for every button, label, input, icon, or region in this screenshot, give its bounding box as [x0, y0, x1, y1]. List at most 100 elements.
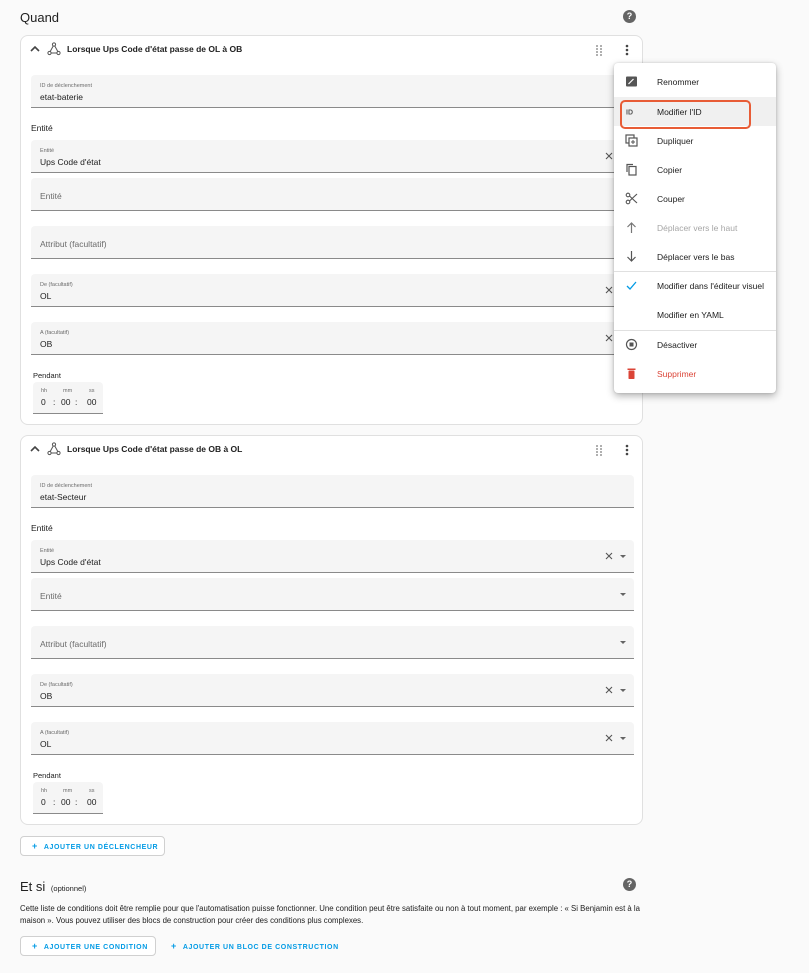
- menu-item-yaml-editor[interactable]: Modifier en YAML: [614, 300, 776, 329]
- seconds-value[interactable]: 00: [87, 797, 96, 807]
- menu-item-move-down[interactable]: Déplacer vers le bas: [614, 242, 776, 271]
- help-circle-icon[interactable]: ?: [623, 10, 636, 23]
- trigger-id-field[interactable]: ID de déclenchement etat-Secteur: [31, 475, 634, 508]
- menu-item-visual-editor[interactable]: Modifier dans l'éditeur visuel: [614, 271, 776, 300]
- more-vert-icon[interactable]: [624, 444, 630, 456]
- conditions-section-title: Et si (optionnel): [20, 879, 86, 894]
- attribute-field[interactable]: Attribut (facultatif): [31, 626, 634, 659]
- clear-icon[interactable]: [605, 686, 613, 694]
- stop-circle-icon: [625, 338, 638, 351]
- entity-add-field[interactable]: Entité: [31, 578, 634, 611]
- field-value: OB: [40, 691, 53, 701]
- menu-item-disable[interactable]: Désactiver: [614, 330, 776, 359]
- seconds-label: ss: [89, 788, 95, 794]
- menu-item-delete[interactable]: Supprimer: [614, 359, 776, 388]
- menu-item-copy[interactable]: Copier: [614, 155, 776, 184]
- duration-input[interactable]: hh mm ss 0 : 00 : 00: [33, 382, 103, 414]
- field-placeholder: Attribut (facultatif): [40, 639, 107, 649]
- state-trigger-icon: [47, 442, 61, 456]
- minutes-value[interactable]: 00: [61, 397, 70, 407]
- from-state-field[interactable]: De (facultatif) OB: [31, 674, 634, 707]
- menu-item-label: Dupliquer: [657, 136, 694, 146]
- help-circle-icon[interactable]: ?: [623, 878, 636, 891]
- field-label: ID de déclenchement: [40, 483, 92, 489]
- menu-item-label: Déplacer vers le bas: [657, 252, 735, 262]
- duration-label: Pendant: [33, 371, 61, 380]
- trigger-title: Lorsque Ups Code d'état passe de OB à OL: [67, 444, 243, 454]
- trigger-card-header[interactable]: Lorsque Ups Code d'état passe de OB à OL: [21, 436, 642, 464]
- drag-handle-icon[interactable]: [594, 444, 604, 456]
- dropdown-arrow-icon[interactable]: [620, 689, 626, 692]
- dropdown-arrow-icon[interactable]: [620, 641, 626, 644]
- entity-field[interactable]: Entité Ups Code d'état: [31, 140, 634, 173]
- rename-icon: [626, 76, 637, 87]
- dropdown-arrow-icon[interactable]: [620, 737, 626, 740]
- clear-icon[interactable]: [605, 552, 613, 560]
- from-state-field[interactable]: De (facultatif) OL: [31, 274, 634, 307]
- clear-icon[interactable]: [605, 334, 613, 342]
- menu-item-label: Couper: [657, 194, 685, 204]
- to-state-field[interactable]: A (facultatif) OL: [31, 722, 634, 755]
- field-label: Entité: [40, 548, 55, 554]
- add-trigger-button[interactable]: + AJOUTER UN DÉCLENCHEUR: [20, 836, 165, 856]
- menu-item-rename[interactable]: Renommer: [614, 67, 776, 96]
- scissors-icon: [625, 192, 638, 205]
- hours-value[interactable]: 0: [41, 797, 46, 807]
- seconds-value[interactable]: 00: [87, 397, 96, 407]
- menu-item-label: Désactiver: [657, 340, 698, 350]
- field-value: etat-Secteur: [40, 492, 87, 502]
- attribute-field[interactable]: Attribut (facultatif): [31, 226, 634, 259]
- minutes-value[interactable]: 00: [61, 797, 70, 807]
- menu-item-move-up[interactable]: Déplacer vers le haut: [614, 213, 776, 242]
- clear-icon[interactable]: [605, 286, 613, 294]
- field-value: Ups Code d'état: [40, 157, 101, 167]
- add-condition-label: AJOUTER UNE CONDITION: [43, 944, 148, 951]
- add-building-block-button[interactable]: + AJOUTER UN BLOC DE CONSTRUCTION: [160, 936, 339, 956]
- menu-item-label: Modifier dans l'éditeur visuel: [657, 281, 764, 291]
- time-separator: :: [53, 797, 56, 807]
- seconds-label: ss: [89, 388, 95, 394]
- field-label: ID de déclenchement: [40, 83, 92, 89]
- arrow-down-icon: [627, 251, 636, 262]
- conditions-description: Cette liste de conditions doit être remp…: [20, 904, 640, 925]
- entity-add-field[interactable]: Entité: [31, 178, 634, 211]
- field-value: OL: [40, 739, 52, 749]
- entity-group-label: Entité: [31, 123, 53, 133]
- menu-item-duplicate[interactable]: Dupliquer: [614, 126, 776, 155]
- hours-label: hh: [41, 388, 48, 394]
- minutes-label: mm: [63, 788, 73, 794]
- trigger-title: Lorsque Ups Code d'état passe de OL à OB: [67, 44, 243, 54]
- trigger-card-header[interactable]: Lorsque Ups Code d'état passe de OL à OB: [21, 36, 642, 64]
- time-separator: :: [75, 397, 78, 407]
- field-placeholder: Entité: [40, 591, 62, 601]
- trigger-card-1: Lorsque Ups Code d'état passe de OL à OB…: [20, 35, 643, 425]
- duration-input[interactable]: hh mm ss 0 : 00 : 00: [33, 782, 103, 814]
- add-block-label: AJOUTER UN BLOC DE CONSTRUCTION: [182, 944, 339, 951]
- field-value: OB: [40, 339, 53, 349]
- entity-group-label: Entité: [31, 523, 53, 533]
- entity-field[interactable]: Entité Ups Code d'état: [31, 540, 634, 573]
- plus-icon: +: [171, 941, 177, 951]
- more-vert-icon[interactable]: [624, 44, 630, 56]
- plus-icon: +: [32, 941, 38, 951]
- trigger-id-field[interactable]: ID de déclenchement etat-baterie: [31, 75, 634, 108]
- to-state-field[interactable]: A (facultatif) OB: [31, 322, 634, 355]
- menu-item-label: Déplacer vers le haut: [657, 223, 738, 233]
- field-label: Entité: [40, 148, 55, 154]
- add-trigger-label: AJOUTER UN DÉCLENCHEUR: [43, 844, 159, 851]
- clear-icon[interactable]: [605, 734, 613, 742]
- field-label: A (facultatif): [40, 330, 70, 336]
- chevron-up-icon[interactable]: [29, 43, 41, 55]
- chevron-up-icon[interactable]: [29, 443, 41, 455]
- menu-item-label: Copier: [657, 165, 683, 175]
- drag-handle-icon[interactable]: [594, 44, 604, 56]
- clear-icon[interactable]: [605, 152, 613, 160]
- dropdown-arrow-icon[interactable]: [620, 555, 626, 558]
- hours-value[interactable]: 0: [41, 397, 46, 407]
- field-label: De (facultatif): [40, 682, 73, 688]
- add-condition-button[interactable]: + AJOUTER UNE CONDITION: [20, 936, 156, 956]
- menu-item-cut[interactable]: Couper: [614, 184, 776, 213]
- duration-label: Pendant: [33, 771, 61, 780]
- time-separator: :: [75, 797, 78, 807]
- dropdown-arrow-icon[interactable]: [620, 593, 626, 596]
